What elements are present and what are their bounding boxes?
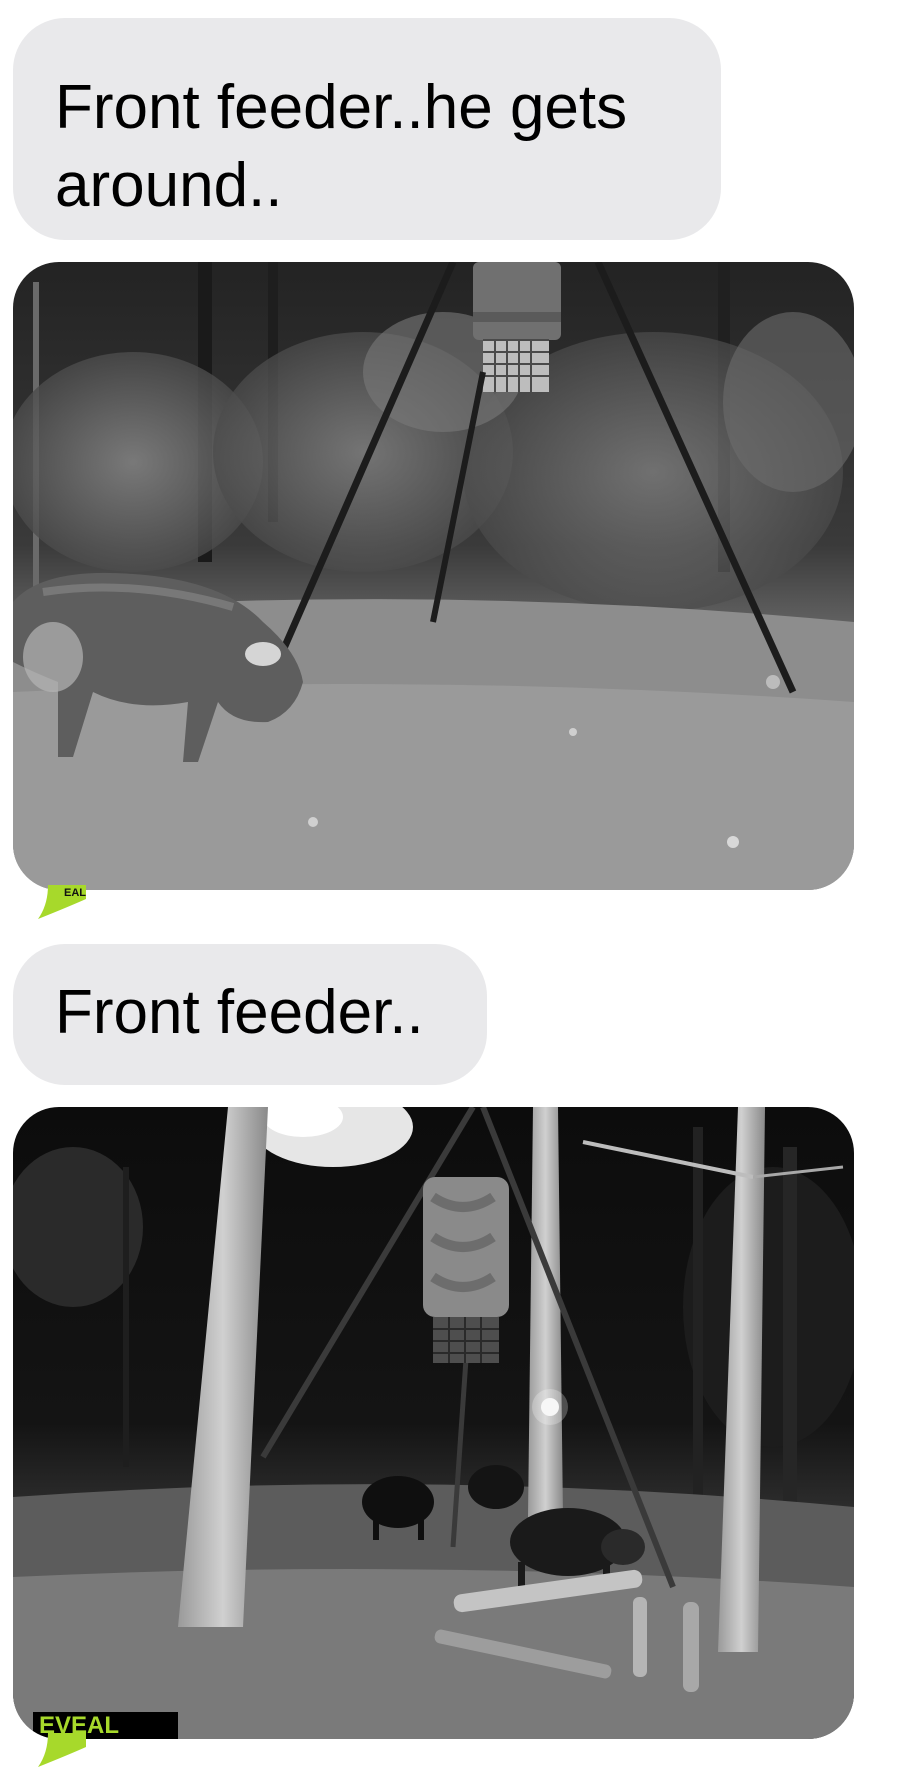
message-thread: Front feeder..he gets around.. EAL Front… bbox=[0, 0, 897, 1774]
trail-camera-photo-hog-at-feeder-icon bbox=[13, 262, 854, 890]
svg-text:EAL: EAL bbox=[64, 887, 86, 899]
received-message-bubble[interactable]: Front feeder..he gets around.. bbox=[13, 18, 721, 240]
reveal-watermark-logo: EAL bbox=[38, 885, 86, 919]
reveal-watermark-logo bbox=[38, 1733, 86, 1767]
received-message-bubble[interactable]: Front feeder.. bbox=[13, 944, 487, 1085]
image-attachment[interactable]: EVEAL bbox=[13, 1107, 854, 1739]
image-attachment[interactable] bbox=[13, 262, 854, 890]
trail-camera-photo-hogs-under-feeder-icon: EVEAL bbox=[13, 1107, 854, 1739]
